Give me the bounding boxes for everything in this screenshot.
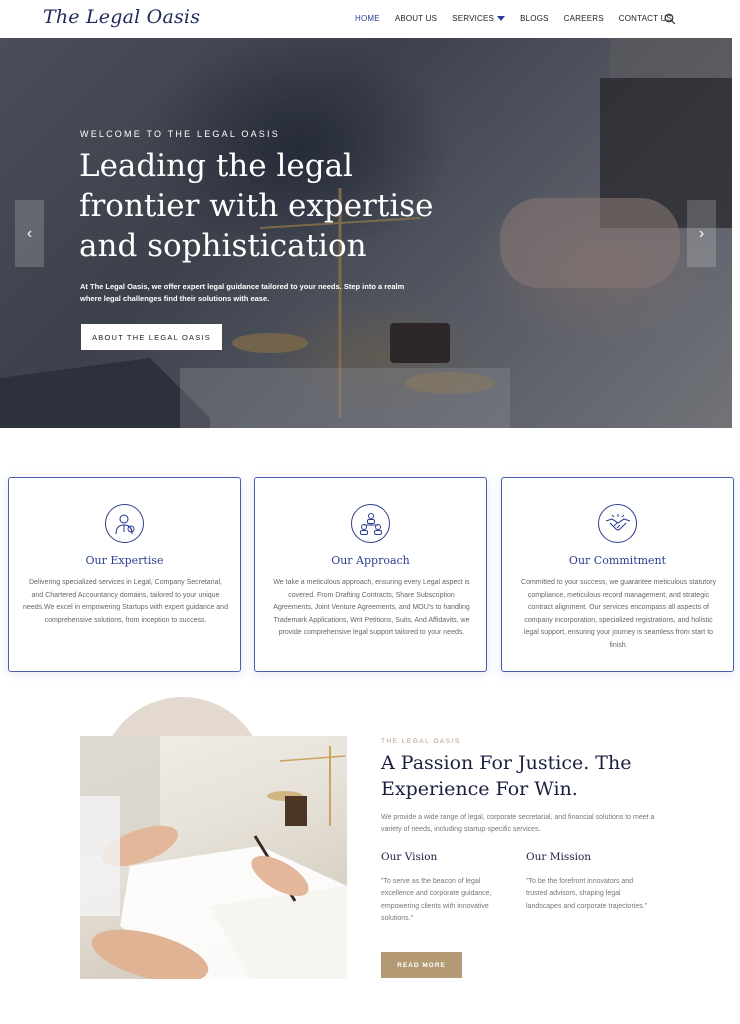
card-our-expertise: Our Expertise Delivering specialized ser…	[8, 477, 241, 672]
main-nav: HOME ABOUT US SERVICES BLOGS CAREERS CON…	[355, 14, 687, 23]
hero-title: Leading the legal frontier with expertis…	[79, 148, 434, 264]
card-title: Our Approach	[331, 554, 410, 567]
hero-description: At The Legal Oasis, we offer expert lega…	[80, 282, 405, 303]
about-eyebrow: THE LEGAL OASIS	[381, 738, 461, 745]
hero-eyebrow: WELCOME TO THE LEGAL OASIS	[80, 129, 280, 139]
about-the-legal-oasis-button[interactable]: ABOUT THE LEGAL OASIS	[81, 324, 222, 350]
about-description: We provide a wide range of legal, corpor…	[381, 814, 655, 833]
nav-item-blogs[interactable]: BLOGS	[520, 14, 549, 23]
team-structure-icon	[351, 504, 390, 543]
vision-title: Our Vision	[381, 851, 438, 863]
mission-title: Our Mission	[526, 851, 592, 863]
card-title: Our Expertise	[85, 554, 164, 567]
search-icon[interactable]	[664, 13, 676, 25]
mission-text: "To be the forefront innovators and trus…	[526, 878, 648, 910]
about-image	[80, 736, 347, 979]
card-text: We take a meticulous approach, ensuring …	[273, 579, 470, 637]
card-text: Delivering specialized services in Legal…	[23, 579, 228, 624]
slider-prev-button[interactable]: ‹	[15, 200, 44, 267]
about-image-illustration	[80, 736, 347, 979]
chevron-left-icon: ‹	[26, 224, 33, 242]
nav-item-services[interactable]: SERVICES	[452, 14, 506, 23]
card-text: Committed to your success, we guarantee …	[521, 579, 716, 649]
card-our-commitment: Our Commitment Committed to your success…	[501, 477, 734, 672]
site-logo[interactable]: The Legal Oasis	[43, 6, 200, 28]
nav-item-about-us[interactable]: ABOUT US	[395, 14, 437, 23]
vision-text: "To serve as the beacon of legal excelle…	[381, 878, 492, 923]
slider-next-button[interactable]: ›	[687, 200, 716, 267]
lawyer-icon	[105, 504, 144, 543]
chevron-down-icon	[497, 16, 506, 21]
about-title: A Passion For Justice. The Experience Fo…	[381, 752, 632, 800]
card-title: Our Commitment	[568, 554, 667, 567]
nav-item-careers[interactable]: CAREERS	[564, 14, 604, 23]
read-more-button[interactable]: READ MORE	[381, 952, 462, 978]
card-our-approach: Our Approach We take a meticulous approa…	[254, 477, 487, 672]
chevron-right-icon: ›	[698, 224, 705, 242]
hero-slider: WELCOME TO THE LEGAL OASIS Leading the l…	[0, 38, 732, 428]
site-header: The Legal Oasis HOME ABOUT US SERVICES B…	[0, 0, 740, 38]
handshake-icon	[598, 504, 637, 543]
nav-item-home[interactable]: HOME	[355, 14, 380, 23]
